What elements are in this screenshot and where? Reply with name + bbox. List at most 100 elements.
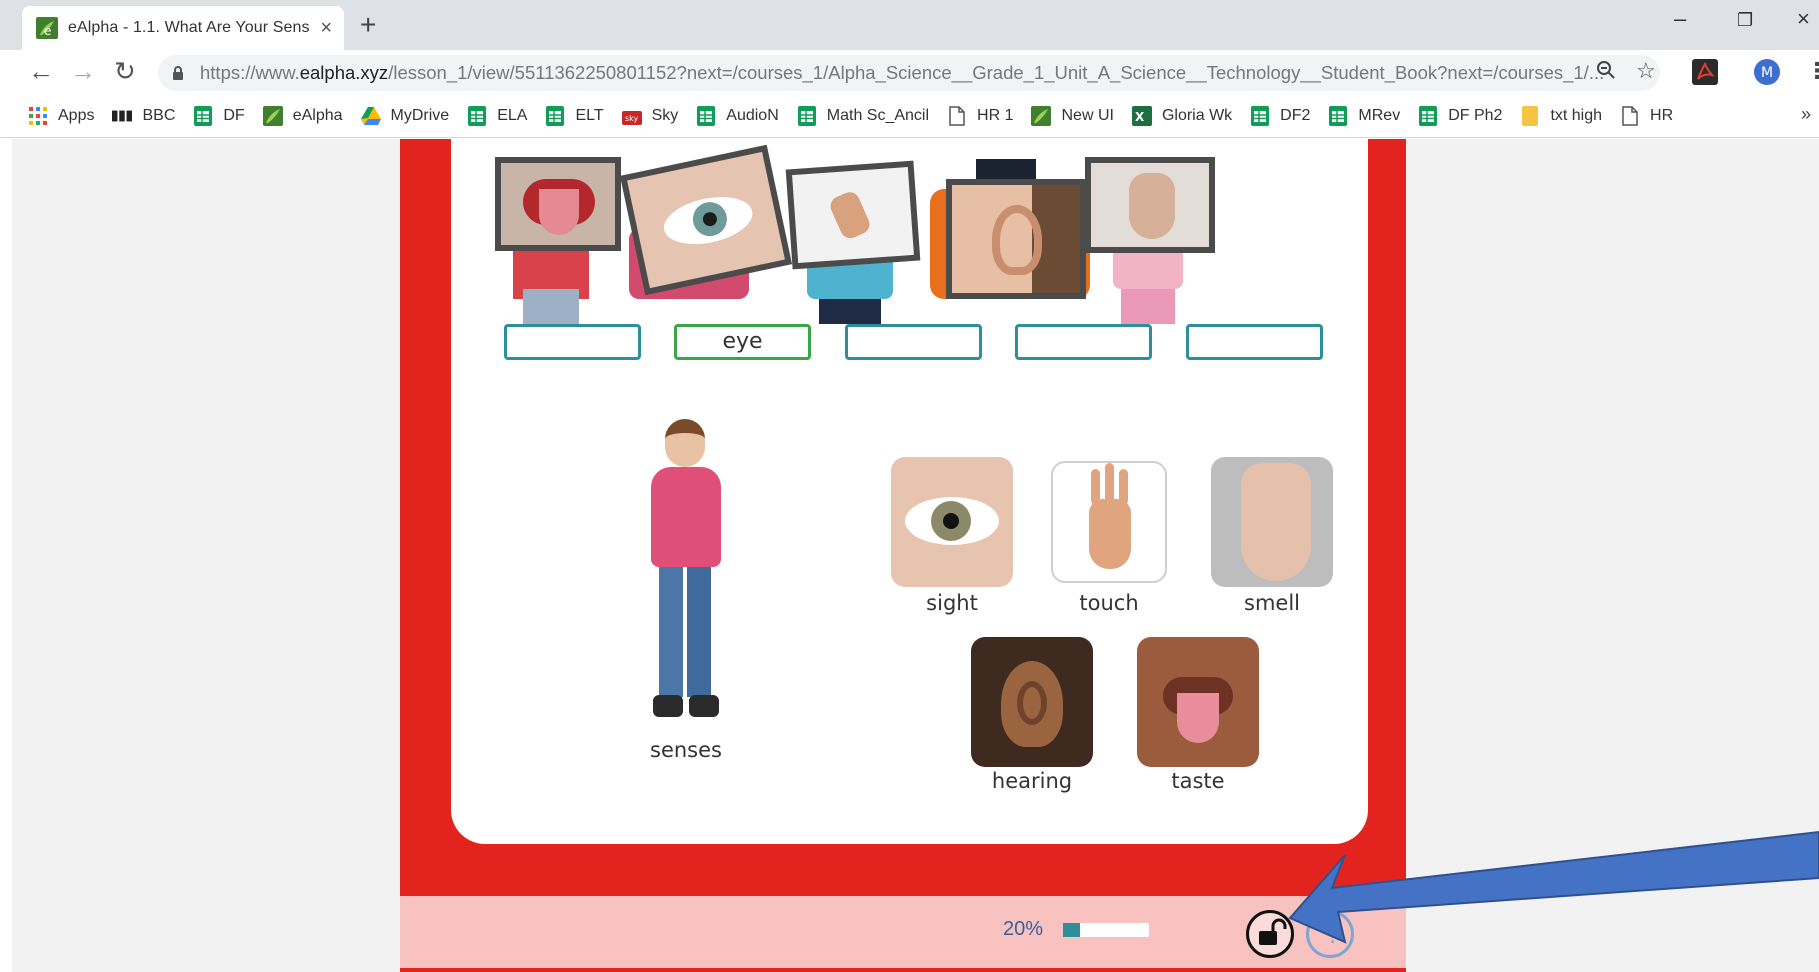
drive-icon: [360, 106, 381, 126]
bookmark-label: MRev: [1358, 106, 1401, 124]
bookmarks-bar: Apps BBC DF eAlpha MyDrive ELA ELT sky Sky AudioN…: [0, 94, 1819, 138]
bookmark-label: HR: [1650, 106, 1674, 124]
back-arrow-icon[interactable]: ←: [28, 58, 54, 84]
sheets-icon: [1418, 105, 1438, 126]
bookmark-label: ELT: [575, 106, 604, 124]
bookmark-gloria-wk[interactable]: X Gloria Wk: [1131, 105, 1233, 126]
mouth-frame: [495, 157, 621, 251]
progress-fill: [1063, 923, 1081, 937]
bookmark-df-ph2[interactable]: DF Ph2: [1418, 105, 1502, 126]
bookmark-label: Gloria Wk: [1161, 106, 1233, 124]
hearing-ear-image[interactable]: [971, 637, 1093, 767]
bbc-icon: [112, 106, 133, 126]
browser-tab-active[interactable]: e eAlpha - 1.1. What Are Your Sens ×: [22, 6, 344, 50]
bookmark-label: DF2: [1280, 106, 1311, 124]
reload-icon[interactable]: ↻: [114, 58, 136, 84]
window-close-button[interactable]: ×: [1797, 6, 1810, 32]
lesson-card: eye senses sight touch smell hearing tas…: [451, 139, 1368, 844]
bookmark-label: Sky: [651, 106, 679, 124]
star-bookmark-icon[interactable]: ☆: [1636, 60, 1656, 82]
url-text: https://www.ealpha.xyz/lesson_1/view/551…: [200, 62, 1605, 83]
bookmark-apps[interactable]: Apps: [28, 106, 94, 126]
bookmark-mydrive[interactable]: MyDrive: [360, 106, 449, 126]
eye-frame: [619, 144, 793, 296]
touch-hand-image[interactable]: [1051, 461, 1167, 583]
sight-eye-image[interactable]: [891, 457, 1013, 587]
progress-track: [1063, 923, 1149, 937]
bookmark-hr-1[interactable]: HR 1: [947, 105, 1014, 126]
bookmark-label: New UI: [1061, 106, 1114, 124]
ear-frame: [946, 179, 1086, 299]
smell-label: smell: [1244, 591, 1300, 615]
zoom-icon[interactable]: [1596, 60, 1616, 84]
answer-box-mouth[interactable]: [504, 324, 641, 360]
smell-nose-image[interactable]: [1211, 457, 1333, 587]
child-holding-nose-picture: [1083, 139, 1221, 324]
taste-label: taste: [1171, 769, 1225, 793]
bookmark-math-sc-ancil[interactable]: Math Sc_Ancil: [797, 105, 930, 126]
sheets-icon: [696, 105, 716, 126]
bookmark-audion[interactable]: AudioN: [696, 105, 779, 126]
hearing-label: hearing: [991, 769, 1073, 793]
answer-box-hand[interactable]: [845, 324, 982, 360]
browser-toolbar: ← → ↻ https://www.ealpha.xyz/lesson_1/vi…: [0, 50, 1819, 94]
question-icon: ?: [1326, 919, 1341, 949]
help-button[interactable]: ?: [1306, 910, 1354, 958]
bookmark-label: HR 1: [977, 106, 1014, 124]
acrobat-extension-icon[interactable]: [1692, 59, 1718, 85]
bookmark-elt[interactable]: ELT: [545, 105, 604, 126]
senses-girl-picture: [631, 419, 741, 729]
bookmark-label: DF: [223, 106, 245, 124]
child-holding-ear-picture: [926, 139, 1091, 324]
answer-box-ear[interactable]: [1015, 324, 1152, 360]
ealpha-icon: [262, 105, 283, 126]
bookmark-label: BBC: [142, 106, 176, 124]
new-tab-button[interactable]: +: [360, 10, 376, 40]
bookmark-bbc[interactable]: BBC: [112, 106, 175, 126]
nose-frame: [1085, 157, 1215, 253]
minimize-button[interactable]: –: [1674, 6, 1686, 32]
hand-frame: [785, 160, 921, 270]
bookmark-df2[interactable]: DF2: [1250, 105, 1311, 126]
bookmark-label: ELA: [497, 106, 528, 124]
bookmark-hr[interactable]: HR: [1620, 105, 1674, 126]
unlock-button[interactable]: [1246, 910, 1294, 958]
bookmark-ealpha[interactable]: eAlpha: [262, 105, 343, 126]
lock-icon: [173, 66, 183, 80]
bookmark-new-ui[interactable]: New UI: [1031, 105, 1114, 126]
touch-label: touch: [1079, 591, 1139, 615]
senses-label: senses: [650, 738, 722, 762]
svg-text:e: e: [44, 24, 51, 38]
sheets-icon: [193, 105, 213, 126]
bookmark-label: Apps: [58, 106, 95, 124]
bookmark-sky[interactable]: sky Sky: [621, 106, 679, 126]
progress-percent: 20%: [1003, 918, 1044, 940]
menu-kebab-icon[interactable]: ⋮: [1806, 60, 1819, 82]
sheets-icon: [467, 105, 487, 126]
answer-box-nose[interactable]: [1186, 324, 1323, 360]
bookmark-txt-high[interactable]: txt high: [1520, 105, 1602, 126]
sheets-icon: [797, 105, 817, 126]
bookmarks-overflow-button[interactable]: »: [1801, 104, 1811, 125]
bookmark-ela[interactable]: ELA: [467, 105, 528, 126]
bookmark-mrev[interactable]: MRev: [1328, 105, 1401, 126]
taste-tongue-image[interactable]: [1137, 637, 1259, 767]
tab-close-icon[interactable]: ×: [320, 17, 332, 40]
forward-arrow-icon[interactable]: →: [70, 58, 96, 84]
svg-text:sky: sky: [625, 114, 639, 123]
excel-icon: X: [1131, 105, 1152, 126]
sheets-icon: [545, 105, 565, 126]
tab-title: eAlpha - 1.1. What Are Your Sens: [68, 19, 310, 36]
bookmark-label: Math Sc_Ancil: [826, 106, 930, 124]
restore-button[interactable]: ❐: [1737, 10, 1753, 31]
answer-box-eye[interactable]: eye: [674, 324, 811, 360]
bookmark-df[interactable]: DF: [193, 105, 245, 126]
page-icon: [1620, 105, 1640, 126]
profile-avatar[interactable]: M: [1754, 59, 1780, 85]
child-holding-hand-picture: [781, 139, 921, 324]
tab-strip: e eAlpha - 1.1. What Are Your Sens × + –…: [0, 0, 1819, 50]
bookmark-label: eAlpha: [292, 106, 343, 124]
svg-text:M: M: [1761, 65, 1773, 81]
address-bar[interactable]: https://www.ealpha.xyz/lesson_1/view/551…: [158, 55, 1660, 91]
apps-grid-icon: [28, 106, 48, 126]
